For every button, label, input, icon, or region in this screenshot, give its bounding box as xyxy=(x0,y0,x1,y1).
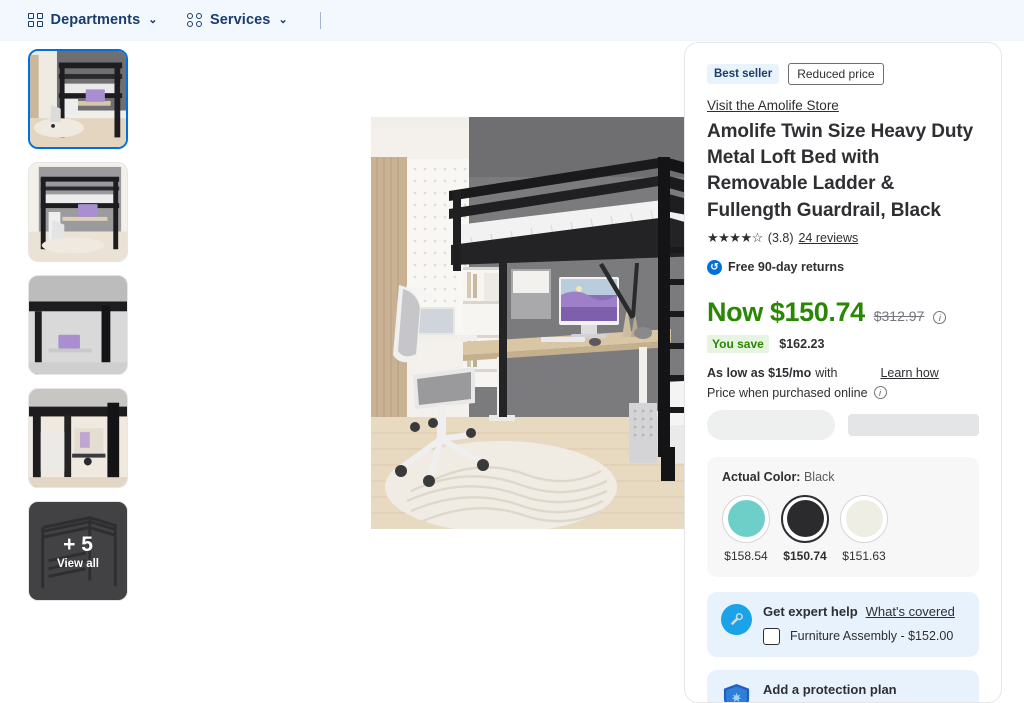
thumbnail-1-image xyxy=(30,51,126,147)
nav-divider xyxy=(319,11,321,29)
expert-help-covered-link[interactable]: What's covered xyxy=(866,604,955,619)
price-info-icon[interactable]: i xyxy=(933,311,947,325)
swatch-price-black: $150.74 xyxy=(783,548,827,563)
expert-help-title: Get expert help xyxy=(763,603,858,619)
price-online-row: Price when purchased online i xyxy=(707,386,979,400)
swatch-ring-cream xyxy=(840,494,888,543)
view-all-count: + 5 xyxy=(63,532,93,556)
thumbnail-4-image xyxy=(29,389,127,487)
grid-squares-icon xyxy=(28,12,43,28)
nav-departments-label: Departments xyxy=(50,12,141,28)
wrench-icon xyxy=(721,603,752,635)
savings-row: You save $162.23 xyxy=(707,334,979,353)
rating-value: (3.8) xyxy=(767,230,794,245)
thumbnail-view-all[interactable]: + 5 View all xyxy=(28,501,128,601)
protection-plan-title: Add a protection plan xyxy=(763,681,897,697)
color-swatch-cream[interactable]: $151.63 xyxy=(840,494,888,563)
swatch-ring-teal xyxy=(722,494,770,543)
furniture-assembly-label: Furniture Assembly - $152.00 xyxy=(790,629,954,644)
chevron-down-icon: ⌄ xyxy=(278,13,288,26)
loading-placeholders xyxy=(707,409,979,440)
thumbnail-gallery: + 5 View all xyxy=(0,41,130,703)
expert-help-card: Get expert help What's covered Furniture… xyxy=(707,591,979,657)
returns-arrow-icon: ↺ xyxy=(707,259,722,275)
swatch-dot-black xyxy=(786,500,824,538)
returns-label: Free 90-day returns xyxy=(728,260,845,275)
swatch-price-teal: $158.54 xyxy=(724,548,768,563)
savings-amount: $162.23 xyxy=(779,336,825,351)
chevron-down-icon: ⌄ xyxy=(148,13,158,26)
thumbnail-4[interactable] xyxy=(28,388,128,488)
view-all-label: View all xyxy=(57,557,99,570)
swatch-price-cream: $151.63 xyxy=(842,548,886,563)
thumbnail-2[interactable] xyxy=(28,162,128,262)
store-link[interactable]: Visit the Amolife Store xyxy=(707,98,839,113)
furniture-assembly-option[interactable]: Furniture Assembly - $152.00 xyxy=(763,627,965,645)
returns-row: ↺ Free 90-day returns xyxy=(707,259,979,275)
as-low-as-with: with xyxy=(815,365,838,380)
reduced-price-badge: Reduced price xyxy=(788,63,884,85)
price-online-info-icon[interactable]: i xyxy=(873,386,887,400)
thumbnail-3-image xyxy=(29,276,127,374)
reviews-link[interactable]: 24 reviews xyxy=(798,231,858,245)
as-low-as-amount: As low as $15/mo xyxy=(707,365,812,380)
nav-services[interactable]: Services ⌄ xyxy=(187,12,288,28)
star-rating-icon: ★★★★☆ xyxy=(707,229,763,245)
original-price: $312.97 xyxy=(873,307,925,324)
placeholder-button-2[interactable] xyxy=(847,413,979,436)
product-page: + 5 View all Best seller Reduced price V… xyxy=(0,41,1024,703)
color-swatch-list: $158.54 $150.74 $151.63 xyxy=(722,494,964,563)
best-seller-badge: Best seller xyxy=(707,64,780,84)
learn-how-link[interactable]: Learn how xyxy=(880,366,938,380)
price-row: Now $150.74 $312.97 i xyxy=(707,297,979,328)
thumbnail-2-image xyxy=(29,163,127,261)
color-label: Actual Color: Black xyxy=(722,470,964,484)
badge-row: Best seller Reduced price xyxy=(707,63,979,85)
nav-services-label: Services xyxy=(209,12,271,28)
grid-circles-icon xyxy=(187,12,202,28)
current-price: Now $150.74 xyxy=(707,296,865,327)
protection-plan-card: Add a protection plan What's covered (On… xyxy=(707,669,979,702)
swatch-ring-black xyxy=(781,494,829,543)
color-swatch-teal[interactable]: $158.54 xyxy=(722,494,770,563)
color-swatch-black[interactable]: $150.74 xyxy=(781,494,829,563)
furniture-assembly-checkbox[interactable] xyxy=(763,627,780,645)
shield-icon xyxy=(721,682,752,702)
swatch-dot-cream xyxy=(845,500,883,538)
wrench-glyph xyxy=(730,613,743,626)
thumbnail-1[interactable] xyxy=(28,49,128,149)
color-label-value: Black xyxy=(803,469,835,484)
color-selector-card: Actual Color: Black $158.54 $150.74 $151… xyxy=(707,456,979,577)
placeholder-button-1[interactable] xyxy=(707,409,835,440)
swatch-dot-teal xyxy=(727,500,765,538)
expert-help-header: Get expert help What's covered xyxy=(763,604,965,619)
rating-row[interactable]: ★★★★☆ (3.8) 24 reviews xyxy=(707,230,979,246)
shield-glyph xyxy=(723,683,750,702)
top-navigation-bar: Departments ⌄ Services ⌄ xyxy=(0,0,1024,41)
buy-box-panel: Best seller Reduced price Visit the Amol… xyxy=(684,42,1002,703)
price-online-label: Price when purchased online xyxy=(707,385,868,400)
color-label-prefix: Actual Color: xyxy=(722,469,801,484)
thumbnail-3[interactable] xyxy=(28,275,128,375)
nav-departments[interactable]: Departments ⌄ xyxy=(28,12,157,28)
financing-row: As low as $15/mo with Learn how xyxy=(707,366,979,380)
protection-plan-header: Add a protection plan What's covered xyxy=(763,681,965,702)
page-title: Amolife Twin Size Heavy Duty Metal Loft … xyxy=(707,121,974,221)
you-save-badge: You save xyxy=(707,334,769,353)
